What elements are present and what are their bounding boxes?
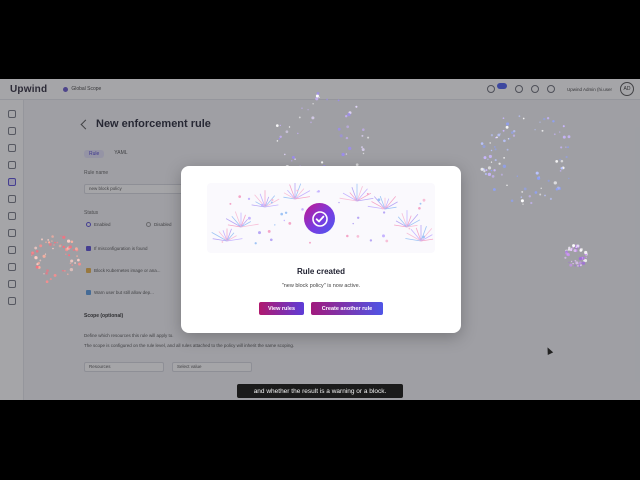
confetti-ray (264, 195, 276, 208)
confetti-dot (382, 211, 386, 214)
confetti-dot (317, 190, 320, 193)
dialog-message: "new block policy" is now active. (281, 283, 361, 289)
confetti-dot (346, 234, 349, 238)
confetti-ray (356, 188, 368, 202)
confetti-dot (381, 206, 384, 210)
confetti-dot (408, 227, 411, 230)
confetti-ray (384, 196, 397, 210)
confetti-dot (280, 212, 284, 216)
confetti-dot (422, 198, 426, 202)
celebration-banner (207, 183, 435, 253)
confetti-dot (316, 191, 318, 193)
confetti-dot (338, 201, 340, 204)
video-caption: and whether the result is a warning or a… (237, 384, 403, 398)
confetti-dot (419, 202, 422, 205)
confetti-dot (382, 234, 385, 238)
confetti-dot (284, 211, 288, 215)
confetti-dot (301, 208, 304, 211)
success-dialog: Rule created "new block policy" is now a… (181, 166, 461, 333)
confetti-dot (247, 197, 251, 201)
confetti-dot (221, 241, 224, 243)
confetti-dot (369, 239, 373, 242)
confetti-dot (357, 216, 360, 219)
confetti-dot (288, 221, 292, 225)
confetti-dot (309, 241, 311, 244)
confetti-dot (296, 189, 299, 192)
confetti-dot (267, 229, 271, 233)
confetti-dot (283, 219, 285, 222)
confetti-dot (254, 242, 257, 245)
confetti-dot (377, 198, 381, 202)
confetti-dot (269, 238, 273, 242)
confetti-dot (247, 216, 251, 220)
check-circle-icon (304, 203, 335, 234)
confetti-ray (420, 228, 433, 242)
confetti-dot (422, 235, 425, 239)
create-another-rule-button[interactable]: Create another rule (311, 302, 383, 315)
confetti-dot (238, 195, 242, 198)
confetti-dot (274, 224, 276, 226)
confetti-dot (385, 239, 389, 243)
view-rules-button[interactable]: View rules (259, 302, 304, 315)
confetti-dot (366, 192, 369, 195)
confetti-dot (352, 222, 354, 225)
confetti-dot (260, 203, 264, 207)
confetti-dot (229, 202, 232, 205)
confetti-dot (418, 207, 421, 210)
confetti-dot (270, 201, 273, 204)
confetti-dot (271, 198, 274, 202)
dialog-title: Rule created (296, 267, 346, 276)
confetti-dot (258, 231, 261, 235)
confetti-ray (373, 196, 386, 210)
confetti-dot (356, 235, 360, 238)
